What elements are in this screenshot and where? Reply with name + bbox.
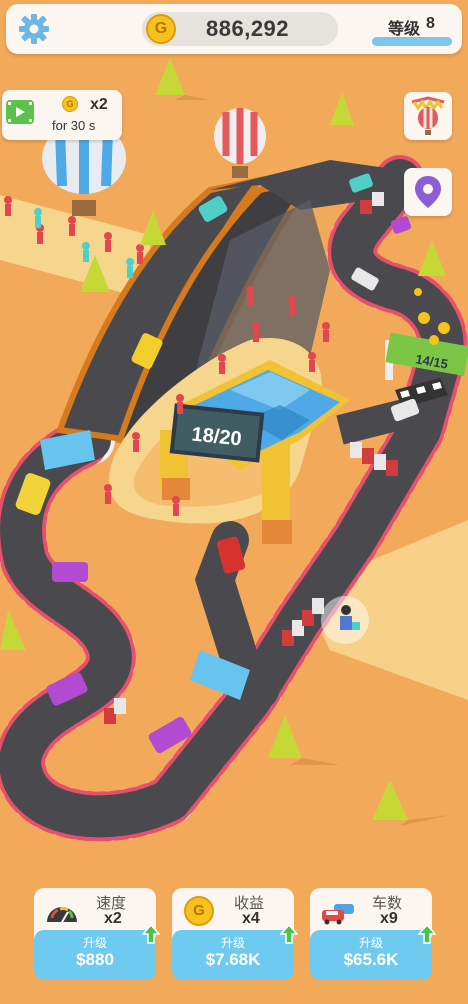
coin-icon: G	[62, 96, 78, 112]
upgrade-multiplier: x4	[242, 910, 260, 927]
upgrade-arrow-icon	[142, 924, 160, 944]
upgrade-card-income: G 收益 x4 升级 $7.68K	[172, 888, 298, 980]
gear-icon[interactable]	[18, 13, 50, 45]
upgrade-multiplier: x9	[380, 910, 398, 927]
level-label: 等级	[388, 21, 421, 38]
race-track-scene[interactable]: 18/20 14/15	[0, 0, 468, 1004]
top-bar: G 886,292 等级 8	[6, 4, 462, 54]
coin-icon: G	[184, 896, 214, 926]
checkpoint-sign: 18/20	[169, 403, 265, 463]
level-progress-bar	[372, 37, 452, 46]
map-location-button[interactable]	[404, 168, 452, 216]
upgrade-button-label: 升级	[220, 936, 245, 950]
balloon-icon	[411, 96, 445, 135]
upgrade-price: $65.6K	[343, 950, 399, 969]
balloon-shop-button[interactable]	[404, 92, 452, 140]
cars-icon	[322, 904, 354, 925]
video-boost-button[interactable]: G x2 for 30 s	[2, 90, 122, 140]
upgrade-card-cars: 车数 x9 升级 $65.6K	[310, 888, 436, 980]
location-pin-icon	[415, 176, 441, 208]
mechanic-worker	[321, 596, 369, 644]
upgrade-multiplier: x2	[104, 910, 122, 927]
upgrade-price: $7.68K	[205, 950, 261, 969]
upgrade-arrow-icon	[280, 924, 298, 944]
speedometer-icon	[47, 907, 77, 923]
video-icon	[6, 100, 34, 124]
upgrade-card-speed: 速度 x2 升级 $880	[34, 888, 160, 980]
upgrade-button-label: 升级	[358, 936, 383, 950]
upgrade-price: $880	[76, 950, 114, 969]
upgrade-button-label: 升级	[82, 936, 107, 950]
upgrade-arrow-icon	[418, 924, 436, 944]
boost-multiplier: x2	[90, 96, 108, 113]
coin-balance: 886,292	[206, 16, 290, 41]
level-number: 8	[426, 15, 435, 32]
coin-icon: G	[146, 14, 176, 44]
boost-duration: for 30 s	[52, 118, 96, 133]
level-progress-fill	[372, 37, 452, 46]
